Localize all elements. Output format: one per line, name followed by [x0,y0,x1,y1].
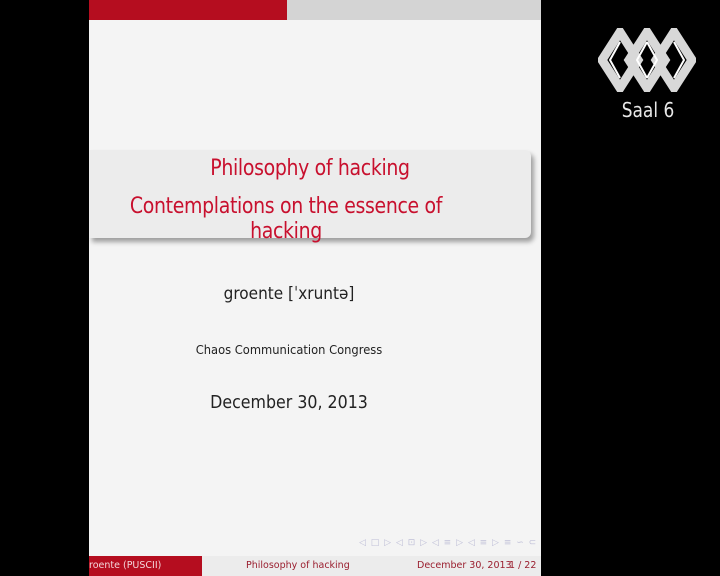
event-name: Chaos Communication Congress [195,342,383,357]
footer-page-number: 1 / 22 [509,560,537,571]
footer-title-panel: Philosophy of hacking [202,556,397,576]
beamer-navigation-icons[interactable]: ◁ □ ▷ ◁ ⊡ ▷ ◁ ≡ ▷ ◁ ≡ ▷ ≡ ∽ ⊂ ⊂ [359,538,541,552]
presentation-slide: Philosophy of hacking Contemplations on … [89,0,541,576]
footer-date-panel: December 30, 2013 1 / 22 [397,556,541,576]
header-band-grey [287,0,541,20]
footer-title: Philosophy of hacking [246,560,350,571]
title-block: Philosophy of hacking Contemplations on … [89,150,531,244]
slide-header-band [89,0,541,20]
footer-author-panel: groente (PUSCII) [89,556,202,576]
author-name: groente [ˈxruntə] [223,284,355,304]
video-letterbox-left [0,0,89,576]
footer-date: December 30, 2013 [417,560,512,571]
footer-author: groente (PUSCII) [89,560,162,571]
slide-subtitle: Contemplations on the essence of hacking [129,194,443,244]
slide-footer: groente (PUSCII) Philosophy of hacking D… [89,556,541,576]
header-band-red [89,0,287,20]
presentation-date: December 30, 2013 [210,392,368,413]
hall-label: Saal 6 [621,98,675,122]
slide-title: Philosophy of hacking [210,156,410,181]
ccc-diamond-logo-icon [598,28,696,92]
